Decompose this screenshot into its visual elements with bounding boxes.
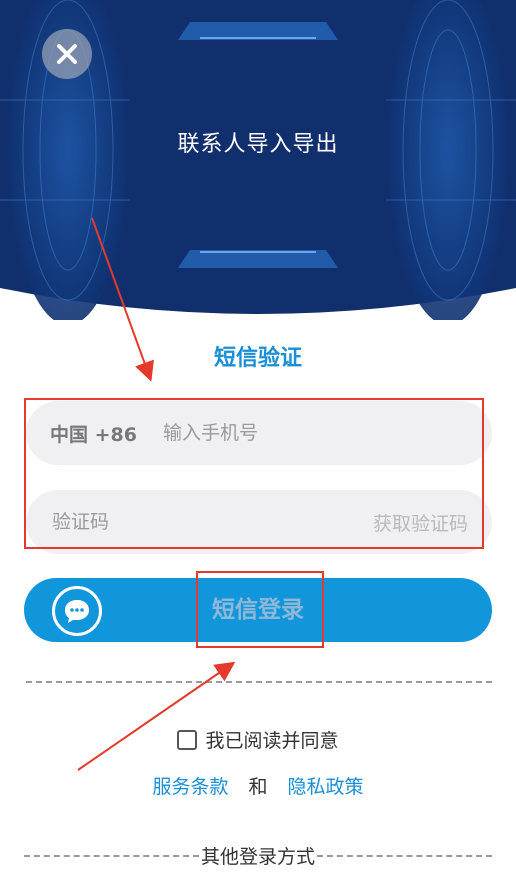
other-login-row: 其他登录方式 (24, 842, 493, 869)
divider-left (24, 854, 199, 857)
close-icon (57, 44, 77, 64)
header-banner: 联系人导入导出 (0, 0, 516, 320)
agree-checkbox[interactable] (177, 729, 198, 750)
page-title: 联系人导入导出 (177, 132, 339, 157)
annotation-box-login (196, 571, 324, 648)
agreement-row: 我已阅读并同意 (0, 726, 516, 753)
and-text: 和 (248, 776, 268, 798)
sms-verify-title: 短信验证 (213, 346, 302, 371)
divider (26, 681, 492, 683)
agree-label: 我已阅读并同意 (205, 730, 339, 752)
terms-link[interactable]: 服务条款 (152, 772, 228, 799)
divider-right (317, 854, 493, 857)
annotation-box-inputs (24, 398, 484, 549)
close-button[interactable] (42, 29, 92, 79)
policy-links: 服务条款 和 隐私政策 (0, 772, 516, 799)
annotation-arrow-login (77, 661, 236, 771)
other-login-label: 其他登录方式 (201, 846, 316, 868)
privacy-link[interactable]: 隐私政策 (288, 772, 364, 799)
